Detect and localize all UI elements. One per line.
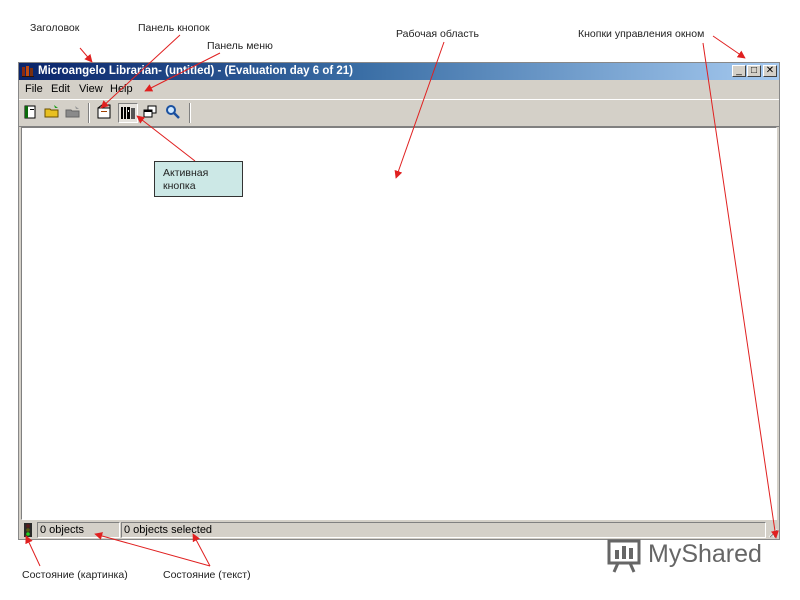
arrow-window-buttons	[712, 35, 746, 59]
library-view-icon[interactable]	[118, 103, 138, 123]
toolbar	[19, 99, 779, 127]
annotation-title-label: Заголовок	[30, 22, 80, 34]
callout-line-2: кнопка	[163, 180, 196, 192]
toolbar-separator	[88, 103, 90, 123]
menu-file[interactable]: File	[25, 82, 43, 96]
app-icon	[22, 66, 34, 77]
minimize-button[interactable]: _	[732, 65, 746, 77]
myshared-logo-text: MyShared	[648, 540, 762, 568]
cascade-windows-icon[interactable]	[141, 103, 161, 123]
myshared-logo-icon	[607, 539, 641, 573]
annotation-menubar-label: Панель меню	[207, 40, 273, 52]
menu-view[interactable]: View	[79, 82, 103, 96]
menu-edit[interactable]: Edit	[51, 82, 70, 96]
toolbar-separator	[189, 103, 191, 123]
title-bar[interactable]: Microangelo Librarian- (untitled) - (Eva…	[19, 63, 779, 80]
new-book-icon[interactable]	[22, 103, 42, 123]
search-icon[interactable]	[164, 103, 184, 123]
active-button-callout: Активная кнопка	[154, 161, 243, 197]
annotation-window-buttons-label: Кнопки управления окном	[578, 28, 705, 40]
annotation-status-image-label: Состояние (картинка)	[22, 569, 128, 581]
arrow-status-image	[25, 535, 41, 567]
open-folder-icon[interactable]	[43, 103, 63, 123]
close-button[interactable]: ✕	[763, 65, 777, 77]
annotation-status-text-label: Состояние (текст)	[163, 569, 251, 581]
window-title: Microangelo Librarian- (untitled) - (Eva…	[38, 65, 354, 77]
callout-line-1: Активная	[163, 167, 209, 179]
open-file-icon[interactable]	[95, 103, 115, 123]
menu-bar: File Edit View Help	[19, 80, 779, 98]
annotation-toolbar-label: Панель кнопок	[138, 22, 210, 34]
annotation-workarea-label: Рабочая область	[396, 28, 479, 40]
status-objects: 0 objects	[37, 522, 120, 538]
menu-help[interactable]: Help	[110, 82, 133, 96]
myshared-logo: MyShared	[606, 536, 776, 576]
maximize-button[interactable]: □	[747, 65, 761, 77]
status-indicator-icon	[24, 523, 32, 537]
arrow-title	[79, 47, 93, 63]
disabled-folder-icon[interactable]	[64, 103, 84, 123]
app-window: Microangelo Librarian- (untitled) - (Eva…	[18, 62, 780, 540]
work-area[interactable]	[21, 127, 777, 520]
